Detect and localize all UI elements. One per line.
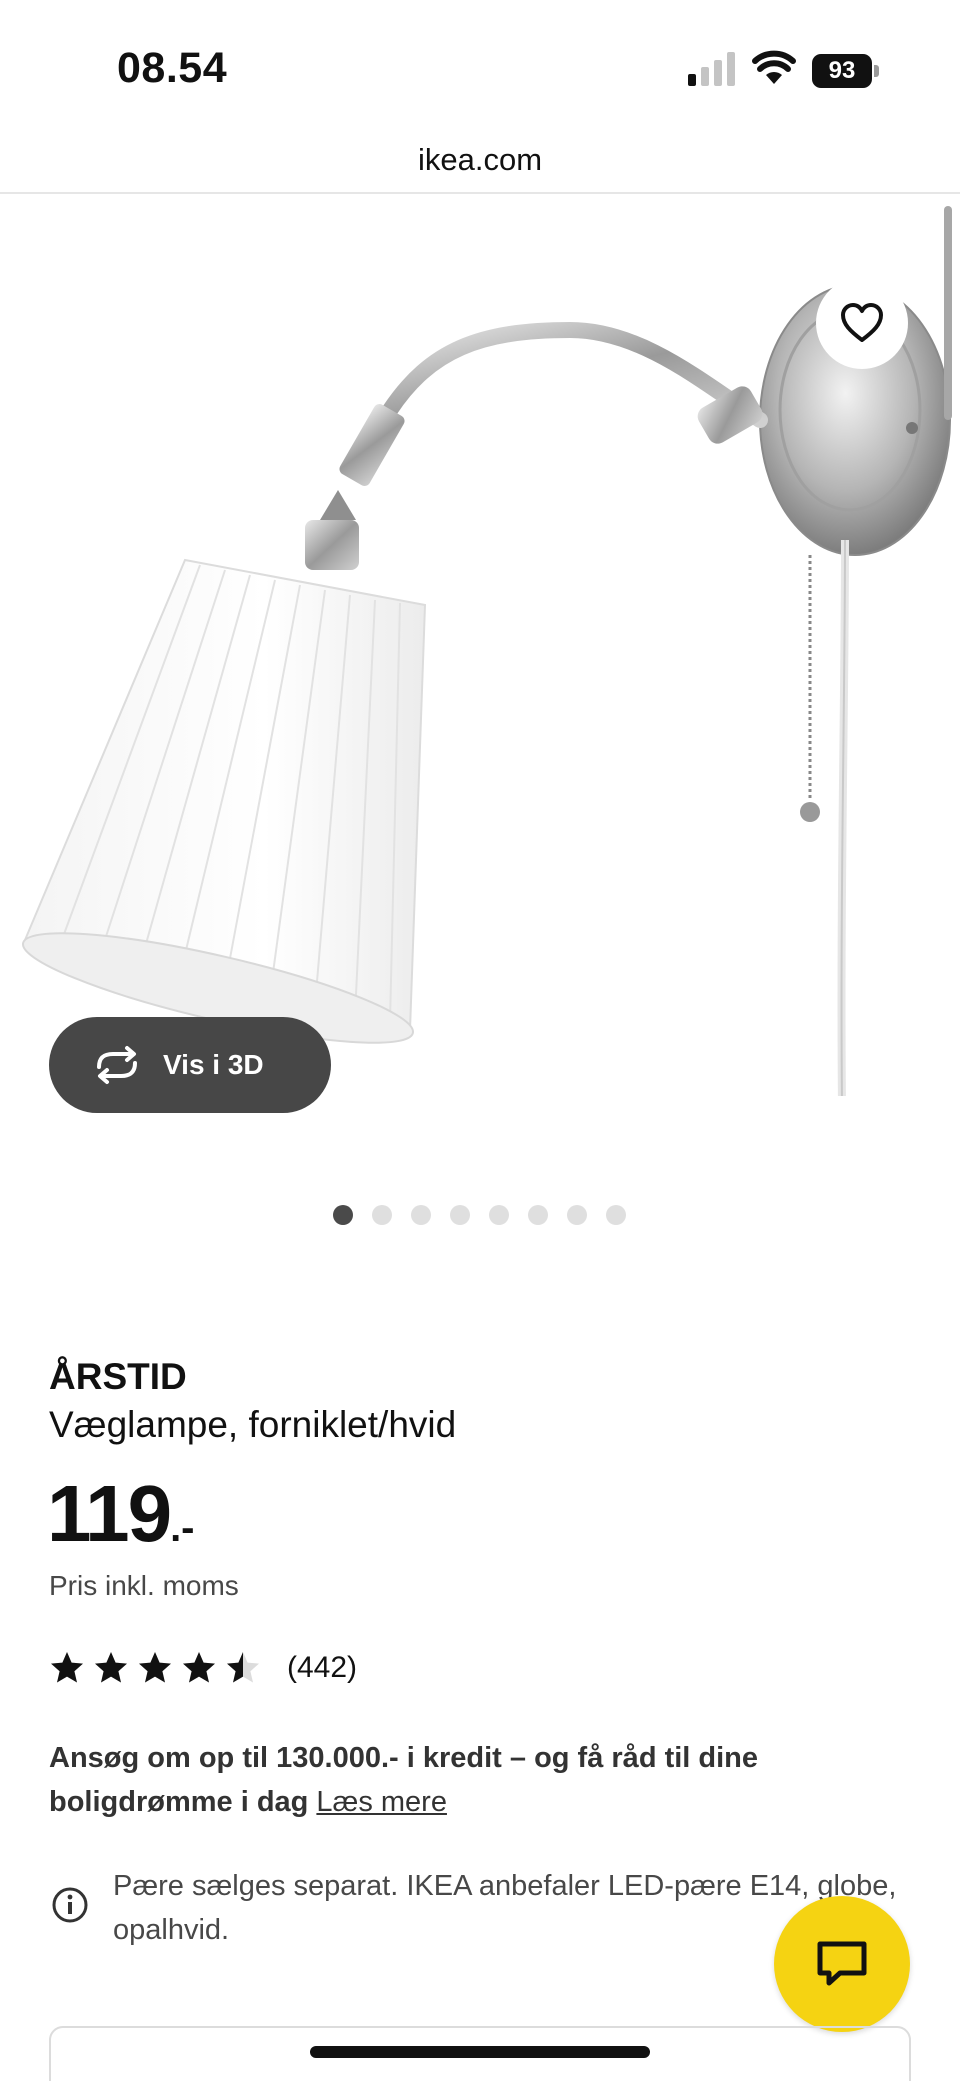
- star-icon: [139, 1652, 171, 1683]
- battery-tip: [874, 65, 879, 77]
- rating-stars[interactable]: [49, 1650, 269, 1686]
- carousel-dot[interactable]: [372, 1205, 392, 1225]
- scroll-indicator[interactable]: [944, 206, 952, 420]
- battery-icon: 93: [812, 54, 880, 88]
- carousel-dot[interactable]: [528, 1205, 548, 1225]
- price-value: 119: [47, 1469, 172, 1558]
- carousel-dot[interactable]: [606, 1205, 626, 1225]
- product-description: Væglampe, forniklet/hvid: [49, 1404, 457, 1445]
- carousel-dot[interactable]: [333, 1205, 353, 1225]
- rating[interactable]: (442): [49, 1648, 357, 1688]
- review-count[interactable]: (442): [287, 1651, 357, 1685]
- carousel-dot[interactable]: [411, 1205, 431, 1225]
- carousel-dot[interactable]: [450, 1205, 470, 1225]
- star-icon: [183, 1652, 215, 1683]
- view-3d-label: Vis i 3D: [163, 1049, 264, 1080]
- wifi-icon: [752, 50, 796, 84]
- chat-icon: [817, 1941, 867, 1986]
- chat-button[interactable]: [774, 1896, 910, 2032]
- status-bar: 08.54 93: [0, 0, 960, 130]
- home-indicator[interactable]: [310, 2046, 650, 2058]
- rotate-3d-icon: [97, 1046, 137, 1084]
- info-icon: [52, 1887, 88, 1923]
- star-icon: [95, 1652, 127, 1683]
- cellular-signal-icon: [688, 52, 735, 86]
- url-bar[interactable]: ikea.com: [0, 130, 960, 194]
- credit-offer: Ansøg om op til 130.000.- i kredit – og …: [49, 1736, 869, 1824]
- battery-level: 93: [812, 54, 872, 88]
- carousel-dot[interactable]: [567, 1205, 587, 1225]
- read-more-link[interactable]: Læs mere: [316, 1786, 447, 1818]
- price: 119.-: [47, 1468, 195, 1560]
- carousel-dots[interactable]: [333, 1205, 626, 1225]
- favorite-button[interactable]: [816, 277, 908, 369]
- heart-icon: [841, 303, 883, 342]
- view-3d-button[interactable]: Vis i 3D: [49, 1017, 331, 1113]
- price-suffix: .-: [170, 1506, 195, 1550]
- star-icon: [51, 1652, 83, 1683]
- status-time: 08.54: [117, 44, 228, 92]
- url-text[interactable]: ikea.com: [418, 142, 542, 178]
- price-note: Pris inkl. moms: [49, 1570, 239, 1601]
- carousel-dot[interactable]: [489, 1205, 509, 1225]
- star-icon: [227, 1652, 259, 1683]
- product-name: ÅRSTID: [49, 1356, 187, 1397]
